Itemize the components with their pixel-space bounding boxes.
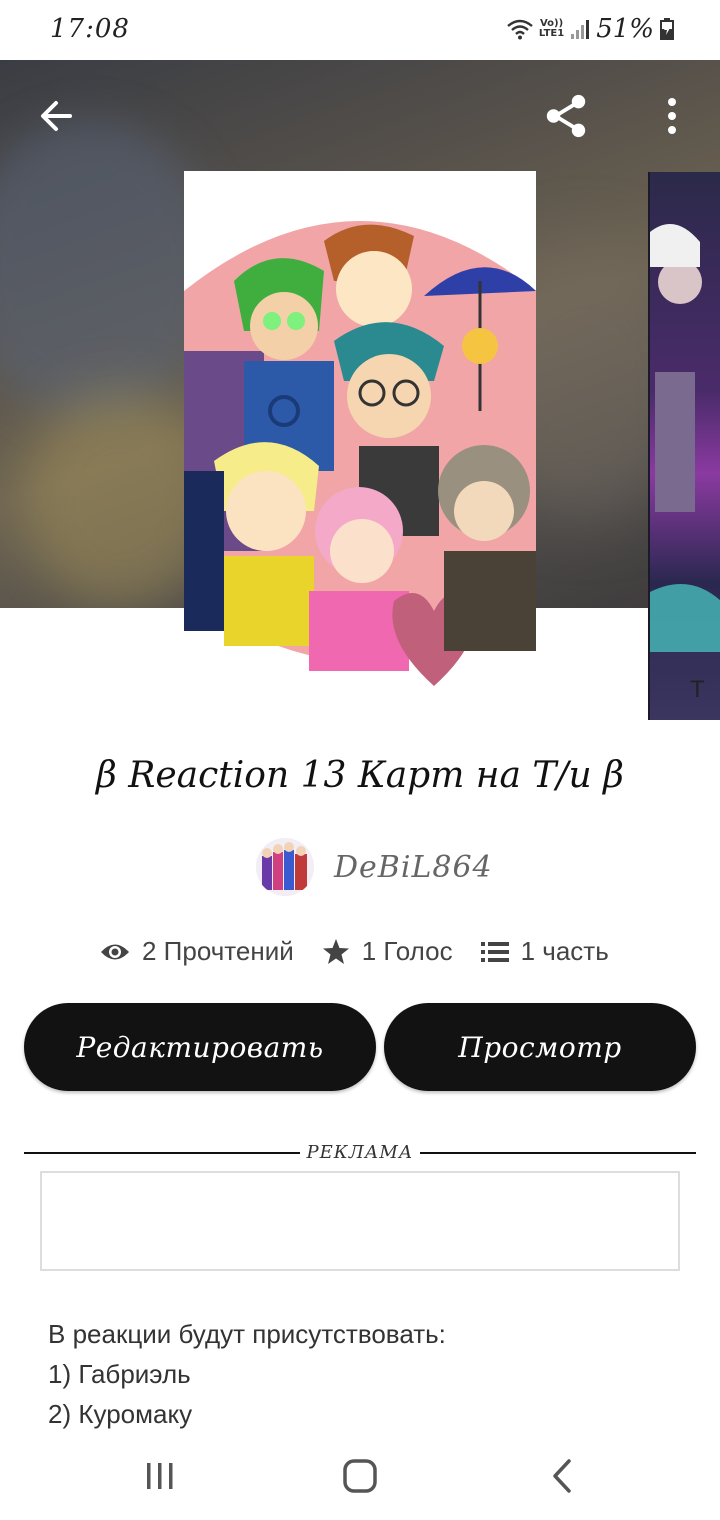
- more-options-button[interactable]: [648, 88, 696, 144]
- ad-divider-right: [420, 1152, 696, 1154]
- chevron-left-icon: [553, 1459, 571, 1493]
- battery-percent: 51%: [596, 14, 654, 44]
- network-type: Vo)) LTE1: [538, 18, 565, 39]
- more-vertical-icon: [668, 98, 676, 134]
- author-avatar: [256, 838, 314, 896]
- home-icon: [343, 1459, 377, 1493]
- svg-text:T: T: [690, 676, 705, 703]
- votes-stat: 1 Голос: [322, 936, 453, 967]
- story-title: β Reaction 13 Карт на Т/и β: [96, 755, 624, 796]
- edit-button[interactable]: Редактировать: [24, 1003, 376, 1091]
- author-link[interactable]: DeBiL864: [256, 838, 493, 896]
- description-line: 1) Габриэль: [48, 1359, 191, 1389]
- preview-button[interactable]: Просмотр: [384, 1003, 696, 1091]
- cover-illustration: [184, 171, 536, 695]
- story-description: В реакции будут присутствовать: 1) Габри…: [48, 1314, 446, 1434]
- back-button[interactable]: [32, 88, 80, 144]
- description-line: 2) Куромаку: [48, 1399, 193, 1429]
- author-name: DeBiL864: [334, 849, 493, 885]
- system-nav-bar: [0, 1432, 720, 1520]
- arrow-left-icon: [41, 101, 72, 131]
- reads-stat: 2 Прочтений: [100, 936, 294, 967]
- ad-banner[interactable]: [40, 1171, 680, 1271]
- share-button[interactable]: [542, 88, 590, 144]
- list-icon: [480, 941, 509, 962]
- description-line: В реакции будут присутствовать:: [48, 1319, 446, 1349]
- status-time: 17:08: [50, 14, 130, 44]
- recent-apps-icon: [147, 1463, 173, 1489]
- story-cover-image[interactable]: [184, 171, 536, 695]
- signal-icon: [571, 20, 590, 39]
- system-back-button[interactable]: [532, 1452, 592, 1500]
- star-icon: [322, 938, 349, 964]
- battery-icon: [660, 18, 674, 40]
- status-indicators: Vo)) LTE1 51%: [507, 14, 674, 44]
- home-button[interactable]: [330, 1452, 390, 1500]
- status-bar: 17:08 Vo)) LTE1 51%: [0, 0, 720, 60]
- next-story-cover[interactable]: T: [648, 172, 720, 720]
- recent-apps-button[interactable]: [130, 1452, 190, 1500]
- ad-label: РЕКЛАМА: [306, 1142, 414, 1163]
- share-icon: [546, 94, 586, 138]
- ad-divider-left: [24, 1152, 300, 1154]
- eye-icon: [101, 944, 129, 959]
- story-stats: 2 Прочтений 1 Голос 1 часть: [100, 936, 637, 967]
- wifi-icon: [507, 19, 533, 40]
- parts-stat: 1 часть: [480, 936, 609, 967]
